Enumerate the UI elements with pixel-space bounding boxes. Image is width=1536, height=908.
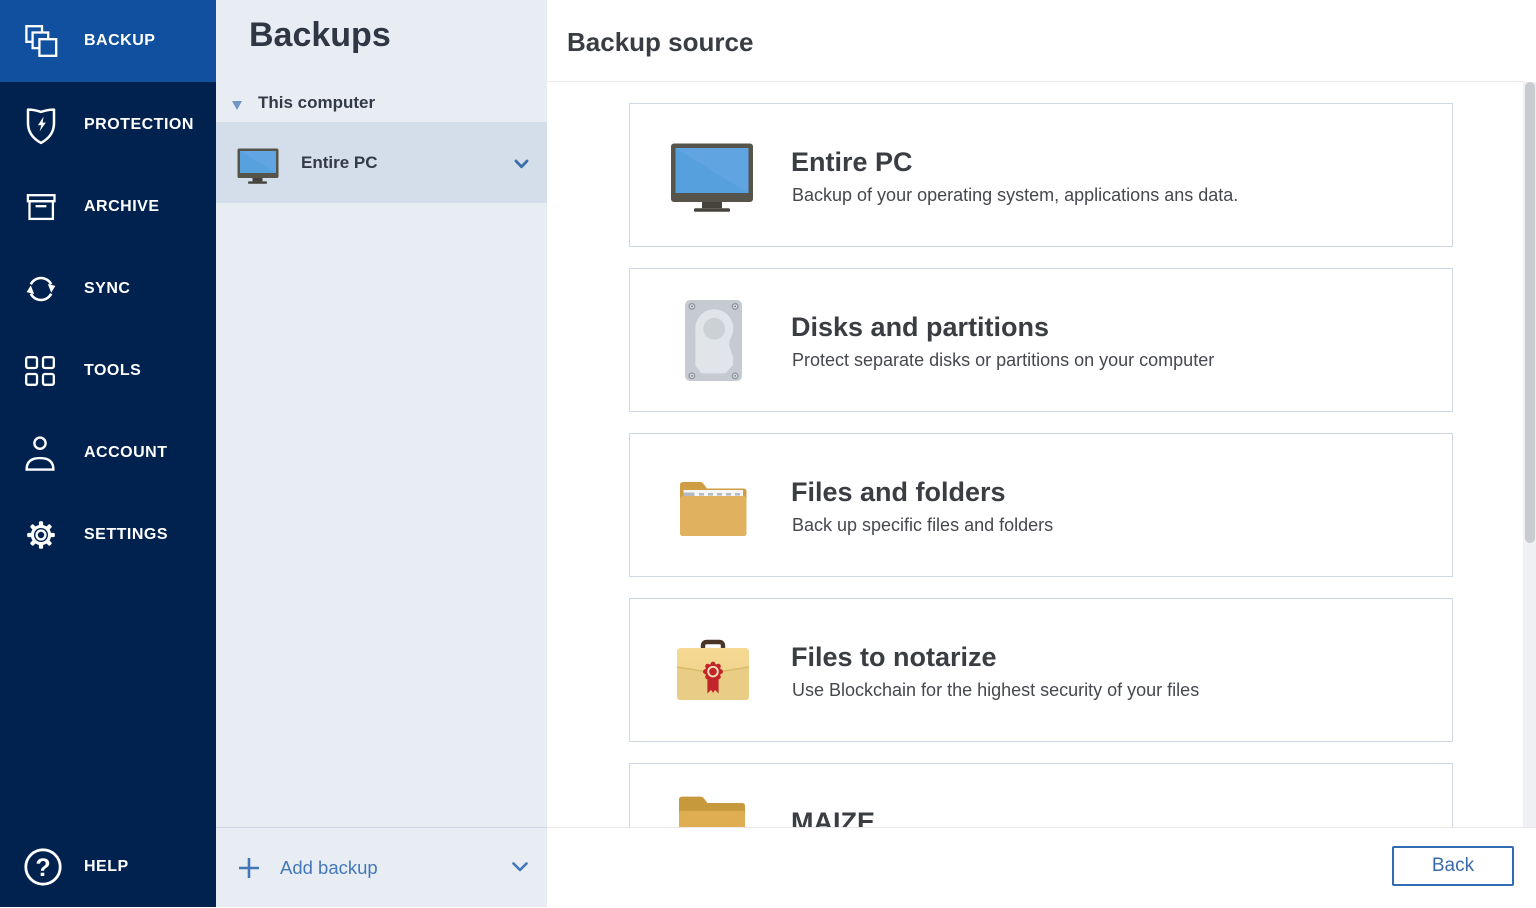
svg-text:?: ? [35,854,50,882]
